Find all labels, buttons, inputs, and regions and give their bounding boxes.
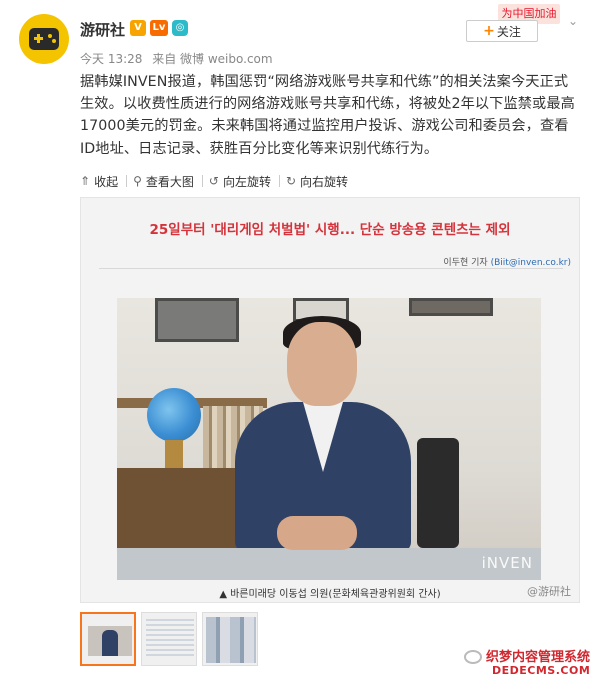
- rotate-right-button[interactable]: ↻ 向右旋转: [286, 173, 354, 190]
- avatar[interactable]: [19, 14, 69, 64]
- view-large-label: 查看大图: [145, 174, 194, 189]
- caption-text: 바른미래당 이동섭 의원(문화체육관광위원회 간사): [230, 589, 441, 600]
- rotate-left-button[interactable]: ↺ 向左旋转: [209, 173, 277, 190]
- site-watermark-url: DEDECMS.COM: [492, 664, 591, 677]
- reporter-email: (Biit@inven.co.kr): [490, 258, 571, 268]
- user-name[interactable]: 游研社: [80, 19, 125, 40]
- verified-badge-icon: V: [130, 20, 146, 36]
- thumbnail-image: [102, 630, 118, 656]
- up-arrow-icon: ⇑: [80, 174, 91, 188]
- post-source[interactable]: 来自 微博 weibo.com: [152, 52, 272, 66]
- photo-caption: ▲ 바른미래당 이동섭 의원(문화체육관광위원회 간사): [81, 585, 579, 600]
- post-time[interactable]: 今天 13:28: [80, 52, 142, 66]
- rotate-right-icon: ↻: [285, 174, 297, 188]
- inven-watermark: iNVEN: [481, 554, 533, 572]
- rotate-right-label: 向右旋转: [300, 174, 349, 189]
- camera-badge-icon: ◎: [172, 20, 188, 36]
- thumbnail-image: [206, 617, 256, 663]
- weibo-logo-icon: [464, 650, 482, 664]
- post-text: 据韩媒INVEN报道，韩国惩罚“网络游戏账号共享和代练”的相关法案今天正式生效。…: [80, 74, 575, 157]
- person-hands: [277, 516, 357, 550]
- search-icon: ⚲: [133, 174, 142, 188]
- follow-label: 关注: [496, 24, 521, 39]
- chair: [417, 438, 459, 548]
- user-badges: V Lv ◎: [130, 20, 188, 36]
- gamepad-icon: [29, 28, 59, 50]
- level-badge-icon: Lv: [150, 20, 168, 36]
- weibo-watermark: @游研社: [527, 585, 571, 598]
- wall-frame: [155, 298, 239, 342]
- rotate-left-label: 向左旋转: [222, 174, 271, 189]
- collapse-label: 收起: [94, 174, 119, 189]
- article-headline: 25일부터 '대리게임 처벌법' 시행... 단순 방송용 콘텐츠는 제외: [149, 222, 511, 238]
- thumbnail-image: [146, 619, 194, 659]
- image-toolbar: ⇑ 收起 ⚲ 查看大图 ↺ 向左旋转 ↻ 向右旋转: [80, 171, 354, 191]
- globe-icon: [147, 388, 201, 442]
- thumbnail-2[interactable]: [141, 612, 197, 666]
- toolbar-divider: [278, 175, 280, 187]
- thumbnail-1[interactable]: [80, 612, 136, 666]
- collapse-button[interactable]: ⇑ 收起: [80, 173, 124, 190]
- article-photo: iNVEN: [117, 298, 541, 580]
- divider: [99, 268, 563, 269]
- site-watermark: 织梦内容管理系统: [486, 650, 591, 665]
- rotate-left-icon: ↺: [208, 174, 219, 188]
- triangle-icon: ▲: [219, 589, 228, 600]
- chevron-down-icon[interactable]: ⌄: [568, 14, 582, 28]
- toolbar-divider: [201, 175, 203, 187]
- person-face: [287, 322, 357, 406]
- reporter-name: 이두현 기자: [443, 258, 488, 268]
- desk: [117, 548, 541, 580]
- globe-stand: [165, 440, 183, 468]
- thumbnail-strip: [80, 612, 258, 666]
- thumbnail-3[interactable]: [202, 612, 258, 666]
- post-image[interactable]: 25일부터 '대리게임 처벌법' 시행... 단순 방송용 콘텐츠는 제외 이두…: [80, 197, 580, 603]
- plus-icon: +: [483, 23, 495, 39]
- post-meta: 今天 13:28 来自 微博 weibo.com: [80, 50, 279, 67]
- toolbar-divider: [126, 175, 128, 187]
- article-byline: 이두현 기자 (Biit@inven.co.kr): [443, 255, 571, 268]
- view-large-button[interactable]: ⚲ 查看大图: [133, 173, 200, 190]
- wall-frame: [409, 298, 493, 316]
- follow-button[interactable]: + 关注: [466, 20, 538, 42]
